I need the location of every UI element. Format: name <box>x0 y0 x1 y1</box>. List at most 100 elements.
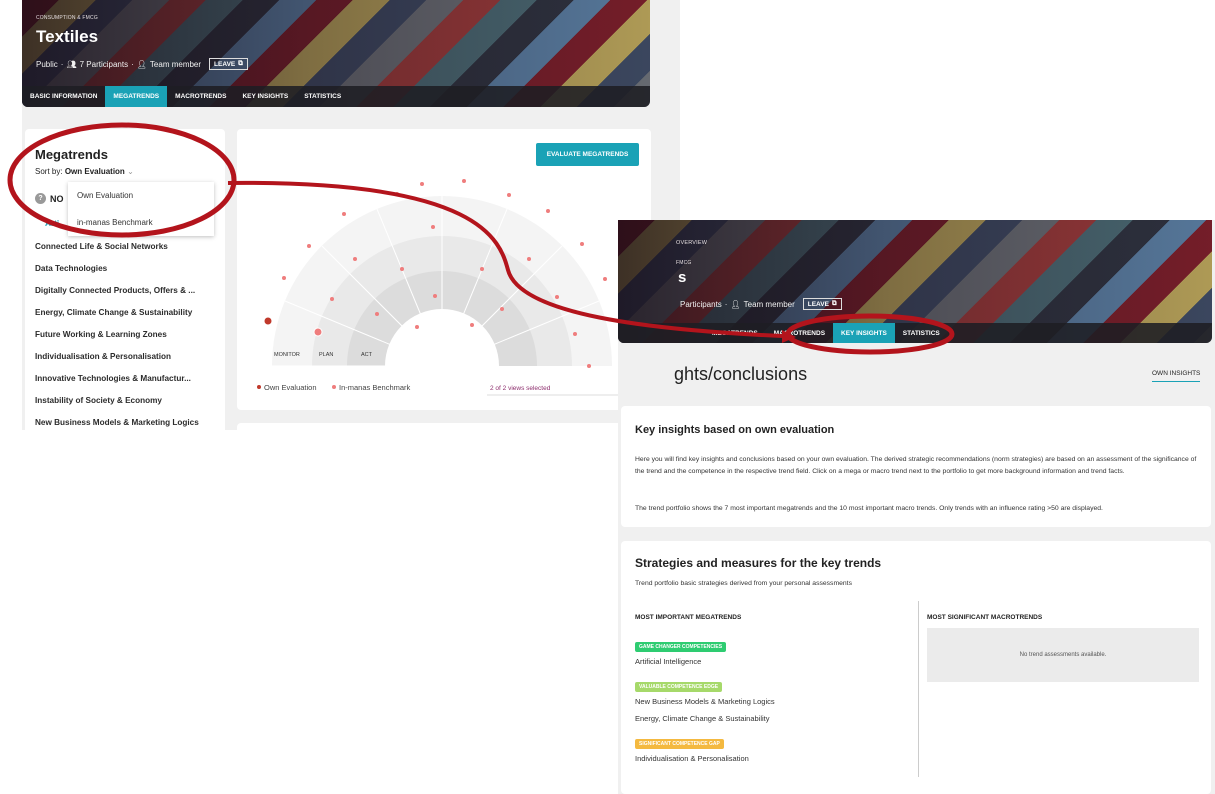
benchmark-point[interactable] <box>342 212 346 216</box>
benchmark-point[interactable] <box>555 295 559 299</box>
leave-button-2[interactable]: LEAVE ⧉ <box>802 298 842 310</box>
benchmark-point[interactable] <box>573 332 577 336</box>
key-insights-screenshot: OVERVIEW FMCG s Participants · 👤︎ Team m… <box>618 220 1215 794</box>
tab-bar: BASIC INFORMATION MEGATRENDS MACROTRENDS KE… <box>22 86 650 107</box>
tab-basic-information[interactable]: BASIC INFORMATION <box>22 86 105 107</box>
tab-macrotrends[interactable]: MACROTRENDS <box>167 86 234 107</box>
empty-state: No trend assessments available. <box>927 628 1199 682</box>
tab-megatrends[interactable]: MEGATRENDS <box>704 323 766 343</box>
ring-label-act: ACT <box>361 352 373 358</box>
participants-icon: 👥︎ <box>66 59 77 69</box>
legend-own-label: Own Evaluation <box>264 383 317 392</box>
workspace-meta-2: Participants · 👤︎ Team member LEAVE ⧉ <box>680 298 842 310</box>
own-evaluation-point[interactable] <box>263 316 273 326</box>
benchmark-point[interactable] <box>431 225 435 229</box>
dropdown-option[interactable]: in-manas Benchmark <box>68 209 214 236</box>
sidebar-item[interactable]: Innovative Technologies & Manufactur... <box>35 374 191 383</box>
strategies-title: Strategies and measures for the key tren… <box>635 556 882 570</box>
benchmark-point[interactable] <box>415 325 419 329</box>
sidebar-item[interactable]: Individualisation & Personalisation <box>35 352 171 361</box>
ring-label-monitor: MONITOR <box>274 352 300 358</box>
benchmark-point[interactable] <box>507 193 511 197</box>
portfolio-chart: MONITOR PLAN ACT Own Evaluation In-manas… <box>257 179 631 396</box>
benchmark-point[interactable] <box>282 276 286 280</box>
benchmark-point[interactable] <box>433 294 437 298</box>
page-title: ghts/conclusions <box>674 364 808 384</box>
tab-statistics[interactable]: STATISTICS <box>296 86 349 107</box>
category-label-2: FMCG <box>676 260 692 266</box>
leave-button[interactable]: LEAVE ⧉ <box>209 58 248 70</box>
tab-macrotrends[interactable]: MACROTRENDS <box>766 323 833 343</box>
trend-link[interactable]: Energy, Climate Change & Sustainability <box>635 714 770 723</box>
sidebar-item[interactable]: Connected Life & Social Networks <box>35 242 168 251</box>
benchmark-point[interactable] <box>375 312 379 316</box>
sidebar-item[interactable]: Instability of Society & Economy <box>35 396 162 405</box>
sidebar-item[interactable]: Data Technologies <box>35 264 107 273</box>
benchmark-point[interactable] <box>307 244 311 248</box>
participants-count-2[interactable]: Participants <box>680 300 722 309</box>
role-label-2: Team member <box>743 299 795 309</box>
benchmark-point[interactable] <box>353 257 357 261</box>
overview-link[interactable]: OVERVIEW <box>676 240 707 246</box>
person-icon: 👤︎ <box>136 59 147 69</box>
benchmark-point[interactable] <box>462 179 466 183</box>
external-link-icon: ⧉ <box>238 60 243 67</box>
tab-key-insights[interactable]: KEY INSIGHTS <box>833 323 895 343</box>
portfolio-card: EVALUATE MEGATRENDS MONITOR PLAN ACT Own… <box>237 129 651 410</box>
column-divider <box>918 601 919 777</box>
benchmark-point[interactable] <box>395 192 399 196</box>
sidebar-item-active[interactable]: Arti <box>45 219 59 228</box>
tab-statistics[interactable]: STATISTICS <box>895 323 948 343</box>
megatrends-header: MOST IMPORTANT MEGATRENDS <box>635 614 742 621</box>
strategy-badge: GAME CHANGER COMPETENCIES <box>635 642 727 652</box>
workspace-meta: Public · 👥︎ 7 Participants · 👤︎ Team mem… <box>36 58 248 70</box>
trend-link[interactable]: Artificial Intelligence <box>635 657 701 666</box>
macrotrends-header: MOST SIGNIFICANT MACROTRENDS <box>927 614 1043 621</box>
trend-link[interactable]: New Business Models & Marketing Logics <box>635 697 775 706</box>
person-icon: 👤︎ <box>730 299 741 309</box>
dropdown-option[interactable]: Own Evaluation <box>68 182 214 209</box>
category-label: CONSUMPTION & FMCG <box>36 15 98 21</box>
sidebar-item[interactable]: Digitally Connected Products, Offers & .… <box>35 286 195 295</box>
strategies-subtitle: Trend portfolio basic strategies derived… <box>635 580 852 587</box>
benchmark-point-highlight[interactable] <box>313 327 323 337</box>
chevron-down-icon: ⌄ <box>127 167 134 176</box>
sort-value: Own Evaluation <box>64 167 125 176</box>
external-link-icon: ⧉ <box>831 300 837 307</box>
tab-megatrends[interactable]: MEGATRENDS <box>105 86 168 107</box>
benchmark-point[interactable] <box>330 297 334 301</box>
benchmark-point[interactable] <box>480 267 484 271</box>
views-select[interactable]: 2 of 2 views selected <box>490 385 551 392</box>
sidebar-title: Megatrends <box>35 147 108 162</box>
tab-bar-2: MEGATRENDS MACROTRENDS KEY INSIGHTS STATIST… <box>618 323 1212 343</box>
benchmark-point[interactable] <box>400 267 404 271</box>
next-card <box>237 423 651 430</box>
sidebar-item[interactable]: Energy, Climate Change & Sustainability <box>35 308 192 317</box>
legend-own-dot <box>257 385 261 389</box>
tab-key-insights[interactable]: KEY INSIGHTS <box>234 86 296 107</box>
trend-link[interactable]: Individualisation & Personalisation <box>635 754 749 763</box>
benchmark-point[interactable] <box>603 277 607 281</box>
sidebar-item[interactable]: New Business Models & Marketing Logics <box>35 418 199 427</box>
megatrends-screenshot: CONSUMPTION & FMCG Textiles Public · 👥︎ … <box>22 0 680 430</box>
participants-count[interactable]: 7 Participants <box>80 60 128 69</box>
megatrends-sidebar: Megatrends Sort by: Own Evaluation ⌄ ? N… <box>25 129 225 430</box>
benchmark-point[interactable] <box>527 257 531 261</box>
sidebar-item[interactable]: Future Working & Learning Zones <box>35 330 167 339</box>
benchmark-point[interactable] <box>420 182 424 186</box>
sort-label: Sort by: <box>35 167 63 176</box>
benchmark-point[interactable] <box>500 307 504 311</box>
hero-banner-2: OVERVIEW FMCG s Participants · 👤︎ Team m… <box>618 220 1212 343</box>
workspace-title-2: s <box>678 269 687 286</box>
benchmark-point[interactable] <box>546 209 550 213</box>
sort-select[interactable]: Sort by: Own Evaluation ⌄ <box>35 167 134 176</box>
benchmark-point[interactable] <box>587 364 591 368</box>
help-icon: ? <box>35 193 46 204</box>
group-header: ? NO <box>35 193 64 204</box>
benchmark-point[interactable] <box>580 242 584 246</box>
own-insights-tab[interactable]: OWN INSIGHTS <box>1152 370 1201 382</box>
benchmark-point[interactable] <box>470 323 474 327</box>
strategy-badge: VALUABLE COMPETENCE EDGE <box>635 682 723 692</box>
role-label: Team member <box>149 59 202 69</box>
visibility-label: Public <box>36 59 58 69</box>
